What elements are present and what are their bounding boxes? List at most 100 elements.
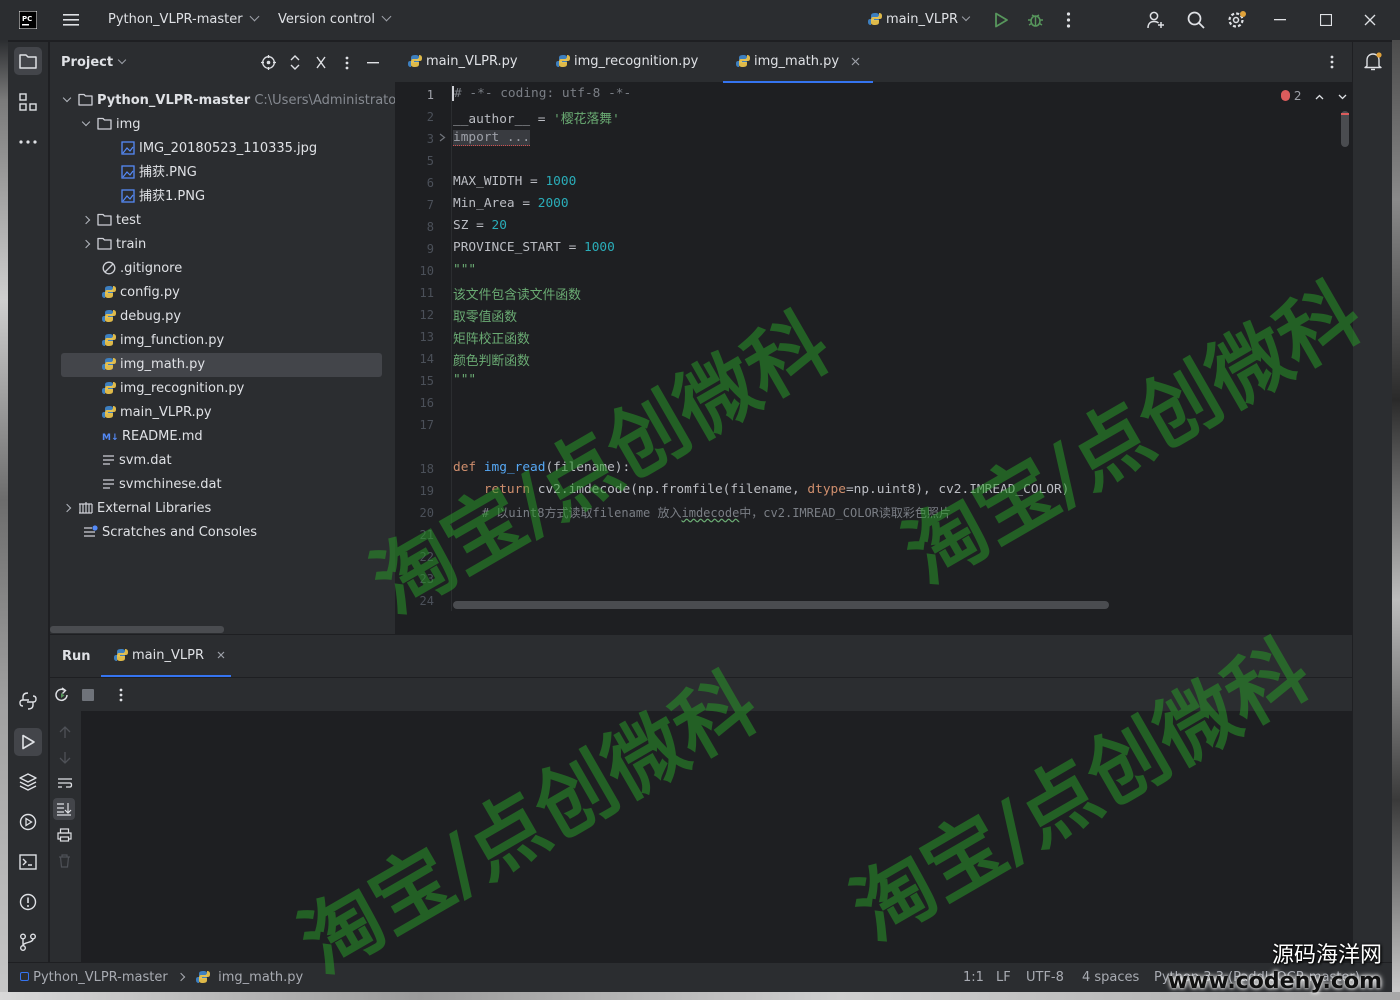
project-panel-title[interactable]: Project xyxy=(61,55,127,70)
named-parameter: dtype xyxy=(807,482,846,497)
python-interpreter[interactable]: Python 3.3 (PaddleOCR-master) xyxy=(1154,970,1360,985)
tab-img-math[interactable]: img_math.py xyxy=(723,42,874,83)
stop-icon[interactable] xyxy=(82,689,94,701)
problems-button[interactable] xyxy=(14,888,42,916)
close-tab-icon[interactable] xyxy=(851,57,860,66)
tree-item[interactable]: IMG_20180523_110335.jpg xyxy=(50,137,395,161)
line-separator[interactable]: LF xyxy=(996,970,1011,985)
collapse-all-icon[interactable] xyxy=(316,56,326,69)
editor-horizontal-scrollbar[interactable] xyxy=(453,601,1109,609)
project-tool-button[interactable] xyxy=(14,47,42,75)
tree-item[interactable]: M↓ README.md xyxy=(50,425,395,449)
tree-item[interactable]: svmchinese.dat xyxy=(50,473,395,497)
add-user-icon[interactable] xyxy=(1147,11,1166,29)
run-tool-button[interactable] xyxy=(14,728,42,756)
more-actions-icon[interactable] xyxy=(1066,12,1071,28)
line-number: 15 xyxy=(419,374,434,388)
search-icon[interactable] xyxy=(1187,11,1205,29)
git-button[interactable] xyxy=(14,928,42,956)
project-switcher[interactable]: Python_VLPR-master xyxy=(108,11,260,27)
tree-item[interactable]: config.py xyxy=(50,281,395,305)
tree-item[interactable]: img_math.py xyxy=(61,353,382,377)
tab-img-recognition[interactable]: img_recognition.py xyxy=(556,42,698,83)
project-tree-scrollbar[interactable] xyxy=(50,626,224,633)
close-window-icon[interactable] xyxy=(1364,14,1376,26)
locate-file-icon[interactable] xyxy=(261,55,276,70)
project-options-icon[interactable] xyxy=(345,56,349,70)
tree-item[interactable]: svm.dat xyxy=(50,449,395,473)
expand-collapse-icon[interactable] xyxy=(290,55,300,70)
tree-item[interactable]: img_function.py xyxy=(50,329,395,353)
tab-main-vlpr[interactable]: main_VLPR.py xyxy=(408,42,518,83)
python-file-icon xyxy=(408,54,422,68)
rerun-icon[interactable] xyxy=(54,687,70,703)
tree-item[interactable]: Scratches and Consoles xyxy=(50,521,395,545)
file-encoding[interactable]: UTF-8 xyxy=(1026,970,1064,985)
scroll-down-icon[interactable] xyxy=(59,751,71,764)
minimize-icon[interactable] xyxy=(1274,19,1286,21)
chevron-down-icon[interactable] xyxy=(81,117,91,127)
vcs-menu-label: Version control xyxy=(278,12,375,27)
notifications-button[interactable] xyxy=(1359,47,1387,75)
next-highlight-icon[interactable] xyxy=(1338,94,1347,100)
tree-item[interactable]: test xyxy=(50,209,395,233)
maximize-icon[interactable] xyxy=(1320,14,1332,26)
chevron-right-icon[interactable] xyxy=(81,239,91,249)
tab-options-icon[interactable] xyxy=(1330,55,1334,69)
tree-item[interactable]: 捕获.PNG xyxy=(50,161,395,185)
tree-item[interactable]: debug.py xyxy=(50,305,395,329)
structure-tool-button[interactable] xyxy=(14,88,42,116)
python-packages-button[interactable] xyxy=(14,768,42,796)
more-tools-button[interactable] xyxy=(14,128,42,156)
vcs-menu[interactable]: Version control xyxy=(278,11,392,27)
breadcrumb-file[interactable]: img_math.py xyxy=(218,970,303,985)
main-menu-icon[interactable] xyxy=(63,13,79,27)
code-editor[interactable]: 1 2 3 5 6 7 8 9 10 11 12 13 14 15 16 17 18 19 20 21 22 23 24 #… xyxy=(395,83,1352,611)
close-tab-icon[interactable] xyxy=(217,651,225,659)
indent-setting[interactable]: 4 spaces xyxy=(1082,970,1139,985)
code-line-1: # -*- coding: utf-8 -*- xyxy=(452,86,631,101)
breadcrumb-project[interactable]: Python_VLPR-master xyxy=(33,970,168,985)
tree-item[interactable]: 捕获1.PNG xyxy=(50,185,395,209)
inspection-widget[interactable]: 2 xyxy=(1281,89,1347,103)
fold-arrow-icon[interactable] xyxy=(439,133,446,142)
tree-item-label: 捕获1.PNG xyxy=(139,189,206,204)
soft-wrap-icon[interactable] xyxy=(57,777,73,790)
terminal-button[interactable] xyxy=(14,848,42,876)
tree-item[interactable]: img_recognition.py xyxy=(50,377,395,401)
run-icon xyxy=(22,734,35,750)
debug-icon[interactable] xyxy=(1027,11,1044,28)
chevron-right-icon[interactable] xyxy=(62,503,72,513)
scroll-up-icon[interactable] xyxy=(59,726,71,739)
tree-item[interactable]: Python_VLPR-master C:\Users\Administrato… xyxy=(50,89,395,113)
run-config-selector[interactable]: main_VLPR xyxy=(868,12,971,27)
editor-vertical-scrollbar[interactable] xyxy=(1341,111,1349,147)
caret-position[interactable]: 1:1 xyxy=(963,970,984,985)
services-button[interactable] xyxy=(14,808,42,836)
code-line-13: 矩阵校正函数 xyxy=(453,332,530,347)
settings-gear-icon[interactable] xyxy=(1227,10,1247,30)
python-file-icon xyxy=(114,648,128,662)
print-icon[interactable] xyxy=(57,828,72,842)
tree-item[interactable]: External Libraries xyxy=(50,497,395,521)
scroll-to-end-button[interactable] xyxy=(53,798,75,820)
run-icon[interactable] xyxy=(993,12,1009,28)
tree-item[interactable]: main_VLPR.py xyxy=(50,401,395,425)
error-stripe-mark[interactable] xyxy=(1341,113,1349,115)
folded-imports[interactable]: import ... xyxy=(453,130,531,146)
run-console-output[interactable] xyxy=(81,711,1352,962)
run-tab-main-vlpr[interactable]: main_VLPR xyxy=(101,635,231,677)
chevron-down-icon[interactable] xyxy=(62,93,72,103)
clear-all-icon[interactable] xyxy=(58,854,71,868)
tree-item[interactable]: train xyxy=(50,233,395,257)
number-literal: 2000 xyxy=(537,196,569,211)
tree-item[interactable]: .gitignore xyxy=(50,257,395,281)
tree-item[interactable]: img xyxy=(50,113,395,137)
chevron-right-icon[interactable] xyxy=(81,215,91,225)
hide-panel-icon[interactable] xyxy=(367,62,379,64)
run-options-icon[interactable] xyxy=(119,688,123,702)
previous-highlight-icon[interactable] xyxy=(1315,94,1324,100)
structure-icon xyxy=(19,93,37,111)
chevron-right-icon xyxy=(176,972,186,982)
python-console-button[interactable] xyxy=(14,687,42,715)
